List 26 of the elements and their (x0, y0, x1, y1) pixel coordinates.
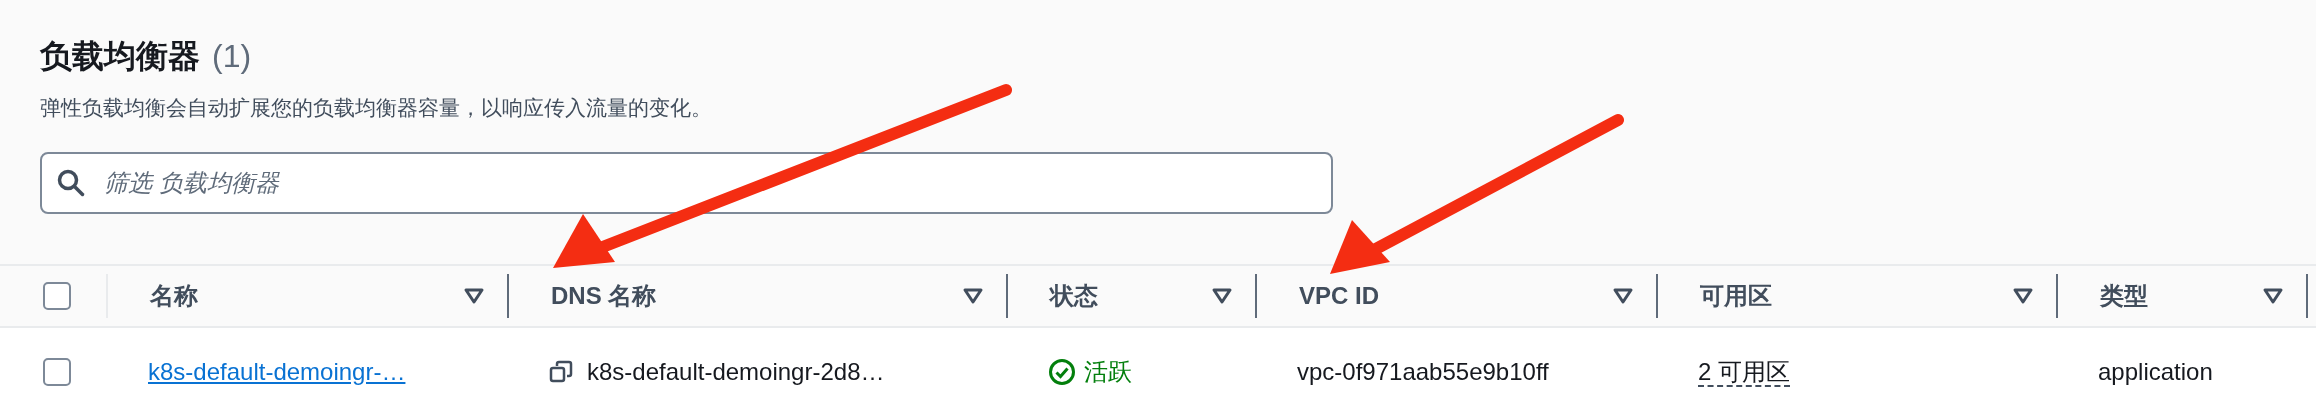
column-header[interactable]: 可用区 (1700, 277, 1772, 314)
copy-icon[interactable] (549, 359, 573, 384)
search-field[interactable]: 筛选 负载均衡器 (40, 151, 1333, 214)
column-header[interactable]: 名称 (150, 277, 198, 314)
checkbox[interactable] (43, 281, 71, 310)
sort-caret-icon[interactable] (1612, 286, 1634, 305)
vpc-id: vpc-0f971aab55e9b10ff (1297, 357, 1549, 385)
search-icon (56, 167, 86, 198)
column-header[interactable]: VPC ID (1299, 277, 1379, 314)
checkbox[interactable] (43, 357, 71, 386)
type: application (2098, 357, 2213, 385)
sort-caret-icon[interactable] (2012, 286, 2034, 305)
sort-caret-icon[interactable] (1211, 286, 1233, 305)
count: (1) (212, 37, 252, 76)
sort-caret-icon[interactable] (962, 286, 984, 305)
status-text: 活跃 (1084, 356, 1132, 387)
column-header[interactable]: DNS 名称 (551, 277, 657, 314)
sort-caret-icon[interactable] (463, 286, 485, 305)
page-title: 负载均衡器 (40, 37, 200, 76)
column-header[interactable]: 类型 (2100, 277, 2148, 314)
description: 弹性负载均衡会自动扩展您的负载均衡器容量，以响应传入流量的变化。 (40, 95, 713, 121)
column-header[interactable]: 状态 (1050, 277, 1098, 314)
availability-zones[interactable]: 2 可用区 (1698, 357, 1790, 387)
dns-name: k8s-default-demoingr-2d8… (587, 356, 885, 387)
load-balancer-link[interactable]: k8s-default-demoingr-… (148, 357, 406, 385)
sort-caret-icon[interactable] (2262, 286, 2284, 305)
